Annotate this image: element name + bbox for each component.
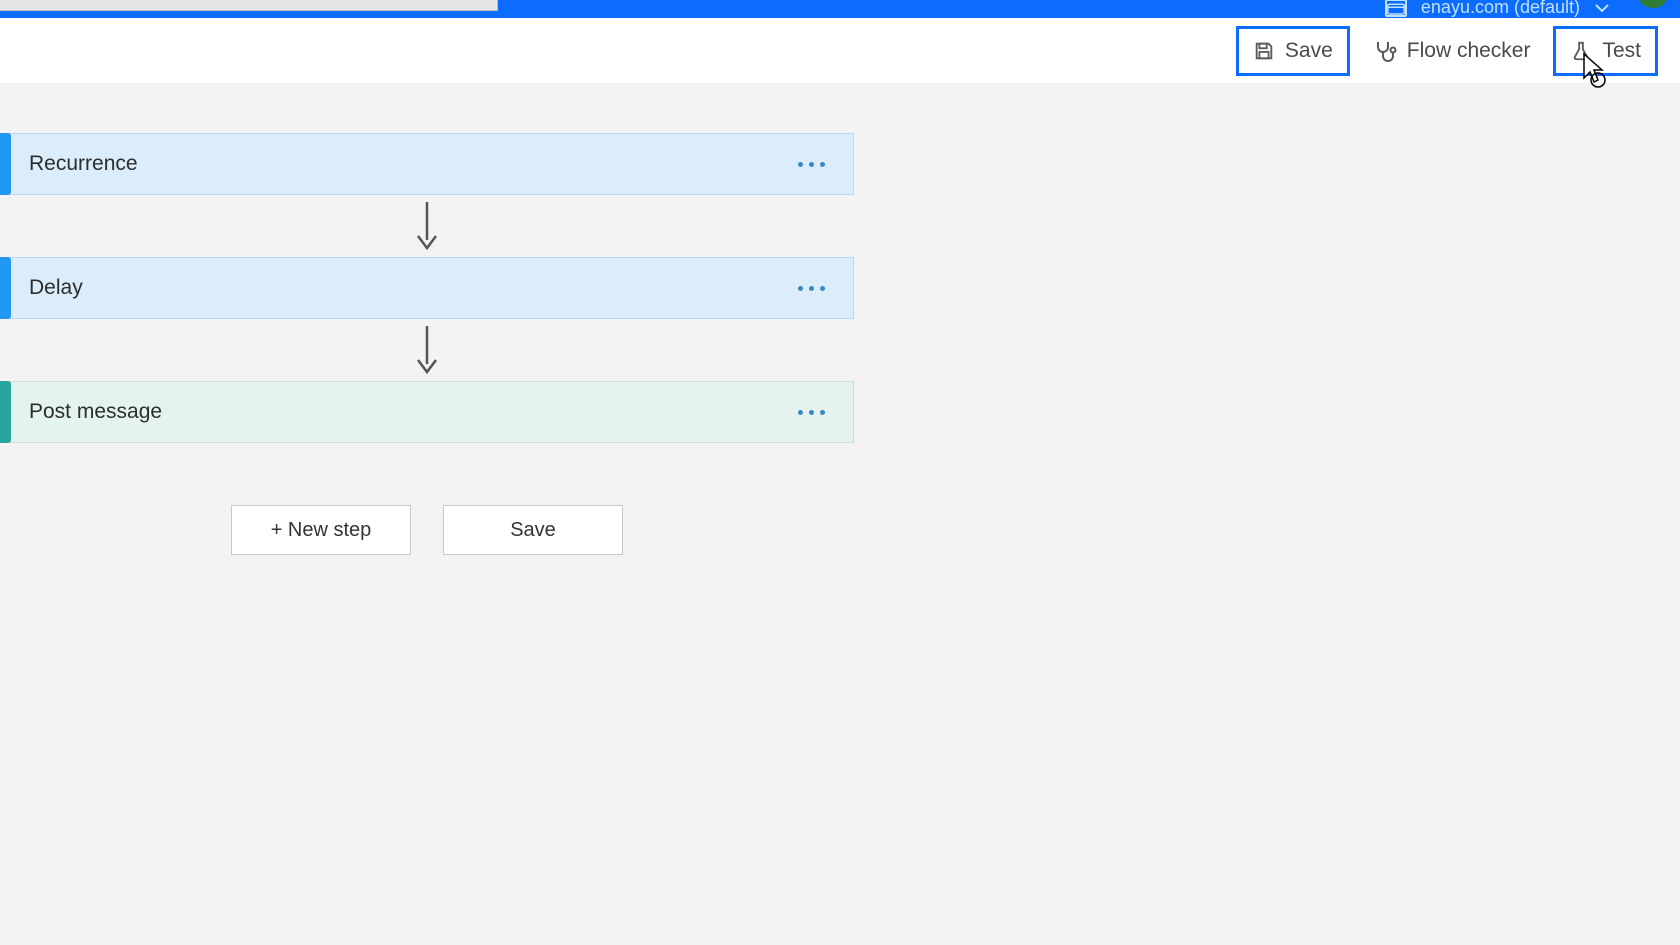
ellipsis-icon (798, 410, 803, 415)
app-header-fragment: enayu.com (default) (0, 0, 1680, 18)
flow-actions: + New step Save (0, 505, 854, 555)
save-button[interactable]: Save (1236, 26, 1350, 76)
command-toolbar: Save Flow checker Test (0, 18, 1680, 83)
step-menu-button[interactable] (798, 410, 825, 415)
flow-checker-label: Flow checker (1407, 39, 1531, 63)
step-accent (0, 257, 11, 319)
environment-icon (1385, 0, 1407, 17)
save-button-label: Save (1285, 39, 1333, 63)
save-icon (1253, 40, 1275, 62)
step-accent (0, 381, 11, 443)
flow-checker-button[interactable]: Flow checker (1356, 26, 1548, 76)
chevron-down-icon (1594, 3, 1610, 13)
step-title: Delay (29, 276, 83, 300)
new-step-button[interactable]: + New step (231, 505, 411, 555)
flask-icon (1570, 39, 1592, 63)
environment-label: enayu.com (default) (1421, 0, 1580, 18)
ellipsis-icon (809, 410, 814, 415)
step-title: Post message (29, 400, 162, 424)
step-menu-button[interactable] (798, 286, 825, 291)
flow-step-post-message[interactable]: Post message (0, 381, 854, 443)
flow-step-delay[interactable]: Delay (0, 257, 854, 319)
ellipsis-icon (820, 162, 825, 167)
avatar[interactable] (1638, 0, 1668, 8)
flow-connector (0, 319, 854, 381)
environment-switcher[interactable]: enayu.com (default) (1385, 0, 1610, 18)
ellipsis-icon (809, 162, 814, 167)
flow-connector (0, 195, 854, 257)
ellipsis-icon (820, 286, 825, 291)
flow-canvas: Recurrence Delay Post message (0, 83, 1680, 555)
ellipsis-icon (809, 286, 814, 291)
search-box-fragment[interactable] (0, 0, 498, 11)
ellipsis-icon (798, 162, 803, 167)
step-title: Recurrence (29, 152, 138, 176)
step-accent (0, 133, 11, 195)
ellipsis-icon (798, 286, 803, 291)
save-flow-button[interactable]: Save (443, 505, 623, 555)
test-button-label: Test (1602, 39, 1641, 63)
stethoscope-icon (1373, 39, 1397, 63)
new-step-label: + New step (271, 519, 372, 542)
flow-step-recurrence[interactable]: Recurrence (0, 133, 854, 195)
step-menu-button[interactable] (798, 162, 825, 167)
test-button[interactable]: Test (1553, 26, 1658, 76)
save-flow-label: Save (510, 519, 556, 542)
ellipsis-icon (820, 410, 825, 415)
